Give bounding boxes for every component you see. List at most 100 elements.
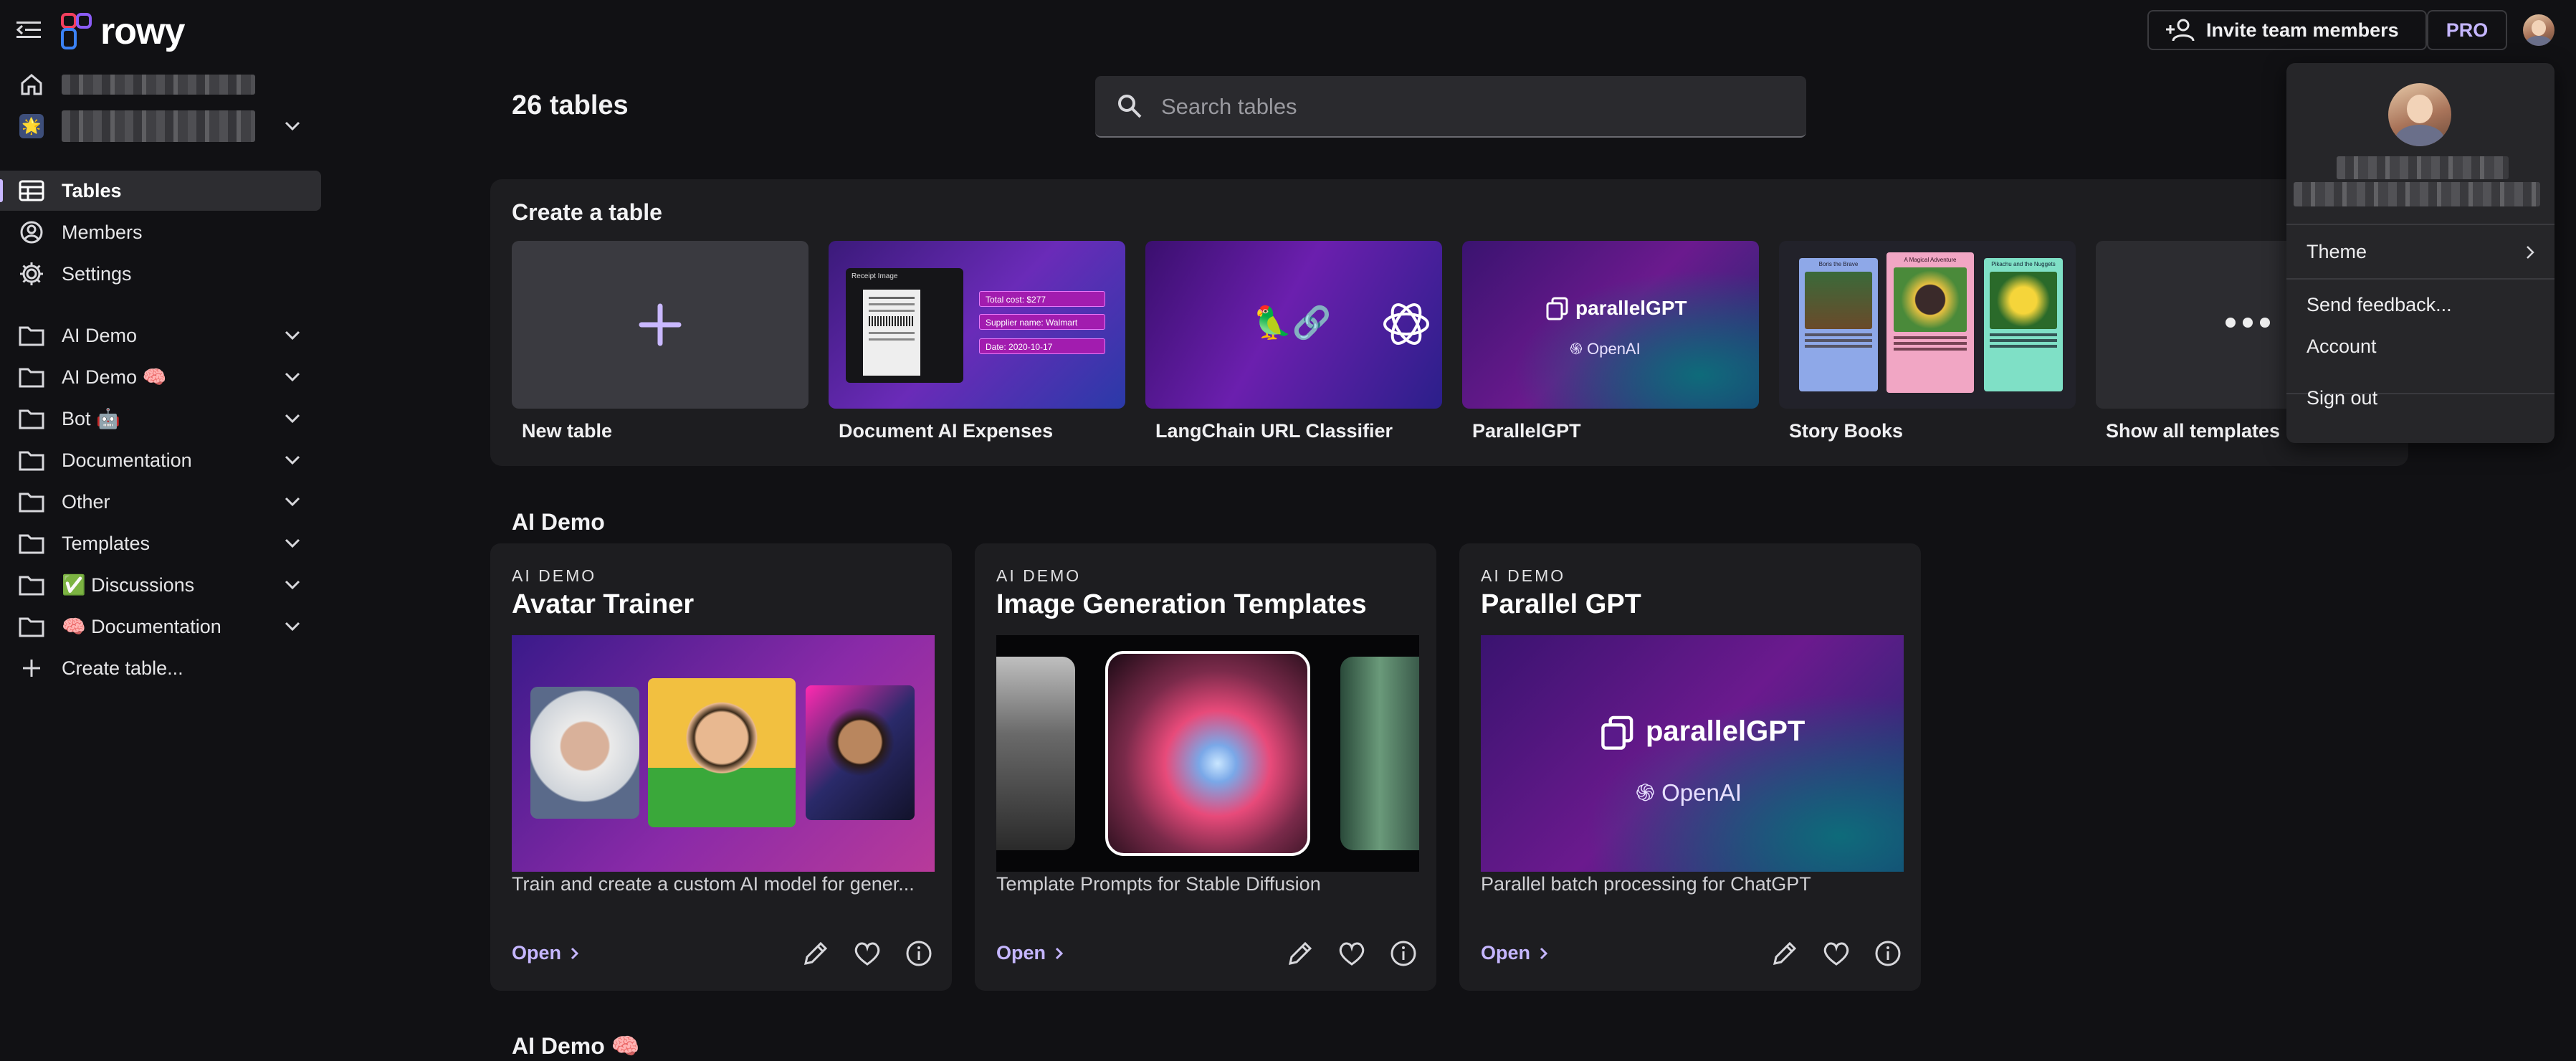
sidebar-item-members[interactable]: Members (0, 212, 321, 252)
info-button[interactable] (1869, 935, 1907, 972)
table-card-avatar-trainer[interactable]: AI DEMO Avatar Trainer Train and create … (490, 543, 952, 991)
card-title: Avatar Trainer (512, 589, 695, 619)
template-story-books[interactable]: Boris the Brave A Magical Adventure Pika… (1779, 241, 2076, 442)
rowy-logo[interactable]: rowy (60, 10, 185, 53)
group-title-ai-demo: AI Demo (512, 509, 605, 535)
user-avatar[interactable] (2523, 14, 2554, 46)
chevron-down-icon (285, 538, 300, 548)
folder-icon (16, 611, 47, 642)
sidebar-section-bot[interactable]: Bot 🤖 (0, 399, 321, 439)
date-tag: Date: 2020-10-17 (979, 338, 1105, 354)
menu-divider (2286, 224, 2554, 225)
create-table-link[interactable]: Create table... (0, 648, 321, 688)
menu-item-label: Theme (2307, 240, 2367, 262)
sidebar-section-brain-documentation[interactable]: 🧠 Documentation (0, 606, 321, 647)
copy-icon (1601, 715, 1633, 750)
edit-button[interactable] (1282, 935, 1319, 972)
card-category: AI DEMO (996, 566, 1082, 585)
template-new-table[interactable]: New table (512, 241, 808, 442)
card-open-button[interactable]: Open (512, 942, 580, 964)
folder-icon (16, 320, 47, 351)
sidebar-item-tables[interactable]: Tables (0, 171, 321, 211)
openai-sub: ֍ OpenAI (1636, 776, 1742, 808)
chevron-down-icon (285, 622, 300, 632)
storybook-1: Boris the Brave (1799, 258, 1878, 391)
story-books-thumbnail: Boris the Brave A Magical Adventure Pika… (1779, 241, 2076, 409)
sidebar-item-label: Members (62, 221, 143, 243)
folder-icon (16, 444, 47, 476)
info-icon (906, 941, 932, 966)
search-input[interactable] (1160, 76, 1793, 138)
astronaut-avatar (530, 687, 639, 819)
project-id-blurred (62, 110, 255, 142)
openai-label: OpenAI (1661, 779, 1742, 806)
invite-team-members-button[interactable]: Invite team members (2147, 10, 2427, 50)
create-section-title: Create a table (512, 199, 662, 225)
parallelgpt-brand: parallelGPT (1646, 715, 1805, 747)
sidebar-section-documentation[interactable]: Documentation (0, 440, 321, 480)
menu-item-send-feedback[interactable]: Send feedback... (2286, 284, 2554, 325)
sidebar-section-templates[interactable]: Templates (0, 523, 321, 563)
edit-button[interactable] (797, 935, 834, 972)
sidebar-section-ai-demo[interactable]: AI Demo (0, 315, 321, 356)
card-category: AI DEMO (1481, 566, 1566, 585)
template-label: LangChain URL Classifier (1155, 420, 1393, 442)
sidebar-section-discussions[interactable]: ✅ Discussions (0, 565, 321, 605)
open-label: Open (512, 942, 562, 964)
sidebar-section-ai-demo-brain[interactable]: AI Demo 🧠 (0, 357, 321, 397)
menu-item-label: Sign out (2307, 386, 2378, 409)
table-card-parallel-gpt[interactable]: AI DEMO Parallel GPT parallelGPT ֍ OpenA… (1459, 543, 1921, 991)
info-button[interactable] (1385, 935, 1422, 972)
storybook-1-title: Boris the Brave (1818, 261, 1859, 267)
plus-icon (16, 652, 47, 684)
search-box[interactable] (1095, 76, 1806, 138)
sidebar-section-label: AI Demo (62, 324, 138, 346)
template-langchain-url-classifier[interactable]: 🦜🔗 LangChain URL Classifier (1145, 241, 1442, 442)
logo-text: rowy (100, 11, 185, 52)
pro-label: PRO (2446, 19, 2489, 41)
top-bar: rowy Invite team members PRO (0, 0, 2576, 60)
card-open-button[interactable]: Open (996, 942, 1064, 964)
receipt-title: Receipt Image (851, 272, 898, 280)
sidebar-item-settings[interactable]: Settings (0, 254, 321, 294)
menu-item-account[interactable]: Account (2286, 325, 2554, 367)
sidebar-section-label: Templates (62, 532, 151, 554)
project-name-blurred (62, 75, 255, 95)
more-dots-icon (2226, 318, 2270, 328)
total-cost-tag: Total cost: $277 (979, 291, 1105, 307)
parrot-link-icon: 🦜🔗 (1253, 305, 1332, 341)
favorite-button[interactable] (1818, 935, 1855, 972)
info-button[interactable] (900, 935, 938, 972)
sidebar-item-home[interactable] (0, 65, 321, 105)
project-selector[interactable]: 🌟 (0, 106, 321, 146)
menu-item-label: Send feedback... (2307, 293, 2452, 315)
sidebar-section-other[interactable]: Other (0, 482, 321, 522)
favorite-button[interactable] (849, 935, 886, 972)
heart-icon (1339, 942, 1365, 966)
edit-button[interactable] (1766, 935, 1803, 972)
menu-item-theme[interactable]: Theme (2286, 231, 2554, 272)
chevron-down-icon (285, 372, 300, 382)
storybook-2-title: A Magical Adventure (1904, 257, 1957, 263)
collapse-menu-icon[interactable] (13, 14, 44, 46)
folder-icon (16, 486, 47, 518)
folder-icon (16, 403, 47, 434)
table-card-image-generation-templates[interactable]: AI DEMO Image Generation Templates Templ… (975, 543, 1436, 991)
supplier-tag: Supplier name: Walmart (979, 314, 1105, 330)
template-parallelgpt[interactable]: parallelGPT ֍ OpenAI ParallelGPT (1462, 241, 1759, 442)
heart-icon (1823, 942, 1849, 966)
search-icon (1118, 95, 1142, 118)
create-table-label: Create table... (62, 657, 183, 679)
langchain-thumbnail: 🦜🔗 (1145, 241, 1442, 409)
heart-icon (854, 942, 880, 966)
chevron-right-icon (1540, 947, 1548, 959)
pro-button[interactable]: PRO (2427, 10, 2507, 50)
menu-divider (2286, 278, 2554, 280)
favorite-button[interactable] (1333, 935, 1370, 972)
chevron-down-icon (285, 580, 300, 590)
template-document-ai-expenses[interactable]: Receipt Image Total cost: $277 Supplier … (829, 241, 1125, 442)
chevron-right-icon (571, 947, 579, 959)
folder-icon (16, 361, 47, 393)
menu-item-sign-out[interactable]: Sign out (2286, 377, 2554, 419)
card-open-button[interactable]: Open (1481, 942, 1549, 964)
